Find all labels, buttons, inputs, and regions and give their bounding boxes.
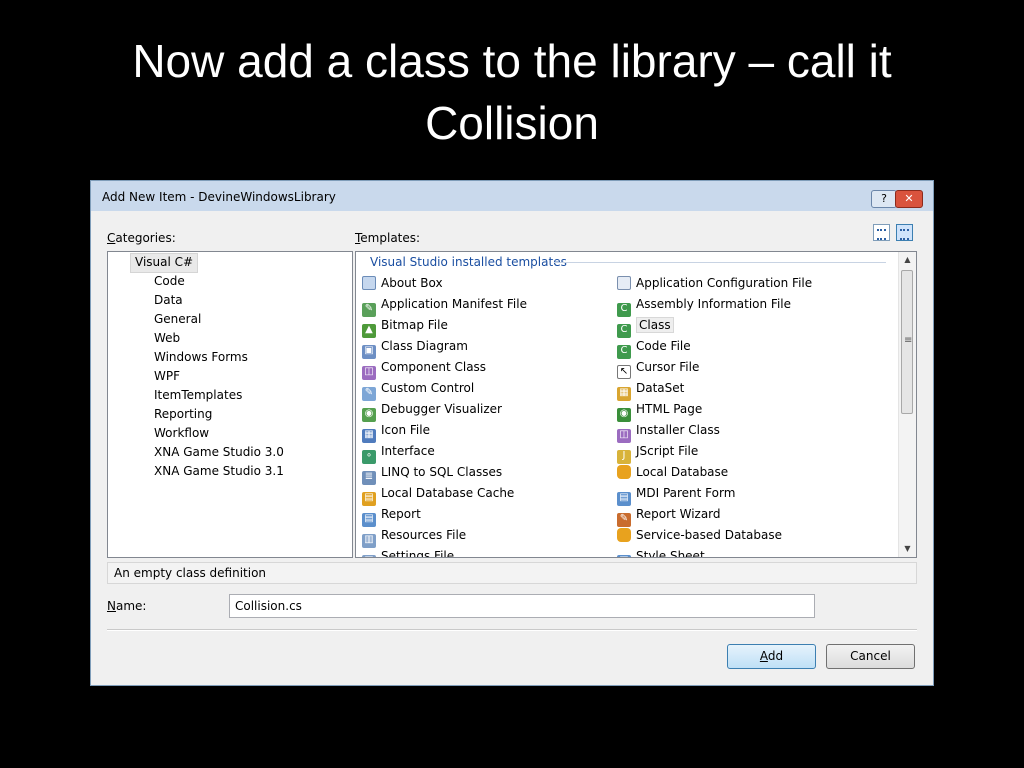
manifest-icon: ✎ <box>362 303 376 317</box>
template-report-wizard[interactable]: ✎ Report Wizard <box>617 505 721 527</box>
dialog-titlebar: Add New Item - DevineWindowsLibrary ? ✕ <box>91 181 933 211</box>
dialog-title: Add New Item - DevineWindowsLibrary <box>102 190 336 204</box>
template-dataset[interactable]: ▦ DataSet <box>617 379 684 401</box>
template-local-database-cache[interactable]: ▤ Local Database Cache <box>362 484 514 506</box>
template-bitmap-file[interactable]: ▲ Bitmap File <box>362 316 448 338</box>
large-icons-view-button[interactable] <box>873 224 890 241</box>
category-item-general[interactable]: General <box>154 310 201 328</box>
slide-title-line-1: Now add a class to the library – call it <box>132 35 892 87</box>
report-icon: ▤ <box>362 513 376 527</box>
template-resources-file[interactable]: ▥ Resources File <box>362 526 466 548</box>
template-icon-file[interactable]: ▦ Icon File <box>362 421 430 443</box>
scroll-up-icon[interactable]: ▲ <box>899 252 916 268</box>
category-item-xna-3-0[interactable]: XNA Game Studio 3.0 <box>154 443 284 461</box>
slide-title-line-2: Collision <box>425 97 599 149</box>
component-icon: ◫ <box>362 366 376 380</box>
custom-control-icon: ✎ <box>362 387 376 401</box>
resources-icon: ▥ <box>362 534 376 548</box>
linq-icon: ≣ <box>362 471 376 485</box>
large-icons-icon <box>877 229 886 240</box>
dataset-icon: ▦ <box>617 387 631 401</box>
category-item-reporting[interactable]: Reporting <box>154 405 212 423</box>
template-installer-class[interactable]: ◫ Installer Class <box>617 421 720 443</box>
icon-file-icon: ▦ <box>362 429 376 443</box>
jscript-icon: J <box>617 450 631 464</box>
categories-label: Categories: <box>107 231 176 245</box>
slide-title: Now add a class to the library – call it… <box>0 30 1024 154</box>
template-settings-file[interactable]: ▥Settings File <box>362 547 454 557</box>
category-item-wpf[interactable]: WPF <box>154 367 180 385</box>
template-assembly-information-file[interactable]: C Assembly Information File <box>617 295 791 317</box>
html-icon: ◉ <box>617 408 631 422</box>
templates-label: Templates: <box>355 231 421 245</box>
add-button[interactable]: Add <box>727 644 816 669</box>
small-icons-view-button[interactable] <box>896 224 913 241</box>
template-report[interactable]: ▤ Report <box>362 505 421 527</box>
add-new-item-dialog: Add New Item - DevineWindowsLibrary ? ✕ … <box>90 180 934 686</box>
category-item-windows-forms[interactable]: Windows Forms <box>154 348 248 366</box>
template-html-page[interactable]: ◉ HTML Page <box>617 400 702 422</box>
template-about-box[interactable]: About Box <box>362 274 443 293</box>
template-application-manifest-file[interactable]: ✎ Application Manifest File <box>362 295 527 317</box>
bitmap-icon: ▲ <box>362 324 376 338</box>
template-cursor-file[interactable]: ↖ Cursor File <box>617 358 699 379</box>
category-item-web[interactable]: Web <box>154 329 180 347</box>
category-item-data[interactable]: Data <box>154 291 183 309</box>
template-mdi-parent-form[interactable]: ▤ MDI Parent Form <box>617 484 735 506</box>
template-class[interactable]: C Class <box>617 316 674 338</box>
category-item-workflow[interactable]: Workflow <box>154 424 209 442</box>
template-service-based-database[interactable]: Service-based Database <box>617 526 782 545</box>
database-icon <box>617 465 631 479</box>
template-class-diagram[interactable]: ▣ Class Diagram <box>362 337 468 359</box>
cursor-icon: ↖ <box>617 365 631 379</box>
config-file-icon <box>617 276 631 290</box>
database-cache-icon: ▤ <box>362 492 376 506</box>
help-button[interactable]: ? <box>871 190 897 208</box>
template-debugger-visualizer[interactable]: ◉ Debugger Visualizer <box>362 400 502 422</box>
class-diagram-icon: ▣ <box>362 345 376 359</box>
debugger-icon: ◉ <box>362 408 376 422</box>
class-icon: C <box>617 324 631 338</box>
settings-icon: ▥ <box>362 555 376 557</box>
template-description: An empty class definition <box>107 562 917 584</box>
assembly-icon: C <box>617 303 631 317</box>
service-database-icon <box>617 528 631 542</box>
template-component-class[interactable]: ◫ Component Class <box>362 358 486 380</box>
group-divider <box>554 262 886 263</box>
dialog-separator <box>107 629 917 631</box>
mdi-form-icon: ▤ <box>617 492 631 506</box>
stylesheet-icon: ▤ <box>617 555 631 557</box>
template-code-file[interactable]: C Code File <box>617 337 691 359</box>
code-file-icon: C <box>617 345 631 359</box>
template-application-configuration-file[interactable]: Application Configuration File <box>617 274 812 293</box>
name-label: Name: <box>107 599 147 613</box>
scroll-down-icon[interactable]: ▼ <box>899 541 916 557</box>
cancel-button[interactable]: Cancel <box>826 644 915 669</box>
report-wizard-icon: ✎ <box>617 513 631 527</box>
interface-icon: ∘ <box>362 450 376 464</box>
form-icon <box>362 276 376 290</box>
small-icons-icon <box>900 229 909 240</box>
category-item-code[interactable]: Code <box>154 272 185 290</box>
grip-icon: ≡ <box>904 335 913 346</box>
installer-icon: ◫ <box>617 429 631 443</box>
template-linq-to-sql-classes[interactable]: ≣ LINQ to SQL Classes <box>362 463 502 485</box>
close-button[interactable]: ✕ <box>895 190 923 208</box>
templates-group-header: Visual Studio installed templates <box>370 255 567 269</box>
template-custom-control[interactable]: ✎ Custom Control <box>362 379 474 401</box>
categories-tree[interactable]: Visual C# Code Data General Web Windows … <box>107 251 353 558</box>
category-item-visual-csharp[interactable]: Visual C# <box>130 253 199 273</box>
template-interface[interactable]: ∘ Interface <box>362 442 435 464</box>
template-local-database[interactable]: Local Database <box>617 463 728 482</box>
template-jscript-file[interactable]: J JScript File <box>617 442 698 464</box>
category-item-itemtemplates[interactable]: ItemTemplates <box>154 386 242 404</box>
scroll-thumb[interactable]: ≡ <box>901 270 913 414</box>
templates-list[interactable]: Visual Studio installed templates About … <box>355 251 917 558</box>
templates-scrollbar[interactable]: ▲ ≡ ▼ <box>898 252 916 557</box>
name-input[interactable]: Collision.cs <box>229 594 815 618</box>
template-style-sheet[interactable]: ▤Style Sheet <box>617 547 705 557</box>
category-item-xna-3-1[interactable]: XNA Game Studio 3.1 <box>154 462 284 480</box>
